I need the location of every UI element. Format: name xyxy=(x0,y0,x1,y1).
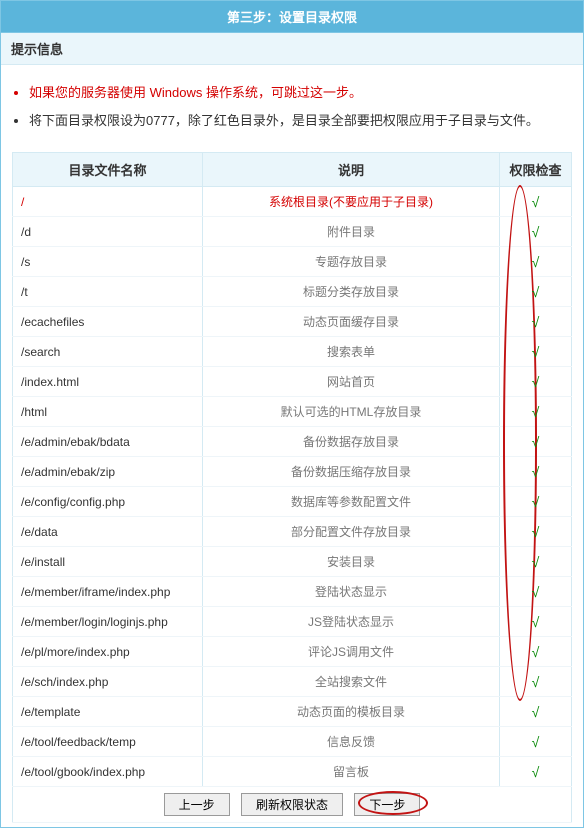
cell-check: √ xyxy=(500,307,572,337)
cell-check: √ xyxy=(500,397,572,427)
table-row: /ecachefiles动态页面缓存目录√ xyxy=(13,307,572,337)
cell-path: /e/tool/feedback/temp xyxy=(13,727,203,757)
cell-path: /e/install xyxy=(13,547,203,577)
cell-desc: 搜索表单 xyxy=(203,337,500,367)
table-row: /html默认可选的HTML存放目录√ xyxy=(13,397,572,427)
cell-path: /e/member/iframe/index.php xyxy=(13,577,203,607)
cell-desc: 留言板 xyxy=(203,757,500,787)
cell-path: /d xyxy=(13,217,203,247)
cell-desc: 评论JS调用文件 xyxy=(203,637,500,667)
cell-desc: 部分配置文件存放目录 xyxy=(203,517,500,547)
table-header-row: 目录文件名称 说明 权限检查 xyxy=(13,153,572,187)
col-desc: 说明 xyxy=(203,153,500,187)
table-row: /e/install安装目录√ xyxy=(13,547,572,577)
cell-check: √ xyxy=(500,337,572,367)
cell-path: /e/tool/gbook/index.php xyxy=(13,757,203,787)
table-row: /search搜索表单√ xyxy=(13,337,572,367)
cell-path: /s xyxy=(13,247,203,277)
table-row: /系统根目录(不要应用于子目录)√ xyxy=(13,187,572,217)
cell-check: √ xyxy=(500,697,572,727)
footer-row: 上一步 刷新权限状态 下一步 xyxy=(13,787,572,823)
cell-check: √ xyxy=(500,637,572,667)
cell-check: √ xyxy=(500,487,572,517)
cell-check: √ xyxy=(500,547,572,577)
next-button[interactable]: 下一步 xyxy=(354,793,420,816)
cell-path: /e/admin/ebak/bdata xyxy=(13,427,203,457)
table-row: /e/tool/feedback/temp信息反馈√ xyxy=(13,727,572,757)
note-windows: 如果您的服务器使用 Windows 操作系统，可跳过这一步。 xyxy=(29,83,563,103)
cell-check: √ xyxy=(500,757,572,787)
cell-path: /search xyxy=(13,337,203,367)
table-row: /e/pl/more/index.php评论JS调用文件√ xyxy=(13,637,572,667)
cell-desc: 系统根目录(不要应用于子目录) xyxy=(203,187,500,217)
refresh-button[interactable]: 刷新权限状态 xyxy=(241,793,343,816)
table-row: /e/member/login/loginjs.phpJS登陆状态显示√ xyxy=(13,607,572,637)
col-path: 目录文件名称 xyxy=(13,153,203,187)
cell-path: /e/config/config.php xyxy=(13,487,203,517)
cell-path: /index.html xyxy=(13,367,203,397)
cell-check: √ xyxy=(500,577,572,607)
permissions-table: 目录文件名称 说明 权限检查 /系统根目录(不要应用于子目录)√/d附件目录√/… xyxy=(12,152,572,823)
cell-check: √ xyxy=(500,247,572,277)
table-row: /e/admin/ebak/zip备份数据压缩存放目录√ xyxy=(13,457,572,487)
cell-check: √ xyxy=(500,187,572,217)
prev-button[interactable]: 上一步 xyxy=(164,793,230,816)
col-check: 权限检查 xyxy=(500,153,572,187)
table-row: /d附件目录√ xyxy=(13,217,572,247)
cell-path: /html xyxy=(13,397,203,427)
table-row: /e/admin/ebak/bdata备份数据存放目录√ xyxy=(13,427,572,457)
cell-path: /ecachefiles xyxy=(13,307,203,337)
table-row: /e/member/iframe/index.php登陆状态显示√ xyxy=(13,577,572,607)
note-permissions: 将下面目录权限设为0777，除了红色目录外，是目录全部要把权限应用于子目录与文件… xyxy=(29,111,563,131)
cell-desc: 安装目录 xyxy=(203,547,500,577)
cell-path: /e/template xyxy=(13,697,203,727)
cell-check: √ xyxy=(500,607,572,637)
notes-list: 如果您的服务器使用 Windows 操作系统，可跳过这一步。 将下面目录权限设为… xyxy=(1,65,583,152)
install-step-panel: 第三步：设置目录权限 提示信息 如果您的服务器使用 Windows 操作系统，可… xyxy=(0,0,584,828)
cell-path: /e/sch/index.php xyxy=(13,667,203,697)
table-row: /e/sch/index.php全站搜索文件√ xyxy=(13,667,572,697)
table-row: /e/template动态页面的模板目录√ xyxy=(13,697,572,727)
table-row: /index.html网站首页√ xyxy=(13,367,572,397)
cell-path: /t xyxy=(13,277,203,307)
cell-check: √ xyxy=(500,517,572,547)
cell-check: √ xyxy=(500,277,572,307)
cell-path: /e/pl/more/index.php xyxy=(13,637,203,667)
cell-desc: 登陆状态显示 xyxy=(203,577,500,607)
cell-desc: 数据库等参数配置文件 xyxy=(203,487,500,517)
cell-check: √ xyxy=(500,427,572,457)
cell-check: √ xyxy=(500,727,572,757)
cell-desc: 备份数据压缩存放目录 xyxy=(203,457,500,487)
cell-check: √ xyxy=(500,217,572,247)
cell-path: /e/data xyxy=(13,517,203,547)
cell-desc: 标题分类存放目录 xyxy=(203,277,500,307)
table-row: /e/config/config.php数据库等参数配置文件√ xyxy=(13,487,572,517)
cell-path: /e/member/login/loginjs.php xyxy=(13,607,203,637)
cell-path: / xyxy=(13,187,203,217)
cell-desc: 网站首页 xyxy=(203,367,500,397)
cell-check: √ xyxy=(500,367,572,397)
cell-desc: 动态页面的模板目录 xyxy=(203,697,500,727)
table-row: /e/data部分配置文件存放目录√ xyxy=(13,517,572,547)
cell-desc: 专题存放目录 xyxy=(203,247,500,277)
table-row: /s专题存放目录√ xyxy=(13,247,572,277)
table-row: /e/tool/gbook/index.php留言板√ xyxy=(13,757,572,787)
cell-check: √ xyxy=(500,667,572,697)
cell-desc: 附件目录 xyxy=(203,217,500,247)
cell-desc: JS登陆状态显示 xyxy=(203,607,500,637)
cell-path: /e/admin/ebak/zip xyxy=(13,457,203,487)
cell-desc: 默认可选的HTML存放目录 xyxy=(203,397,500,427)
cell-desc: 备份数据存放目录 xyxy=(203,427,500,457)
cell-desc: 信息反馈 xyxy=(203,727,500,757)
cell-desc: 动态页面缓存目录 xyxy=(203,307,500,337)
table-row: /t标题分类存放目录√ xyxy=(13,277,572,307)
cell-check: √ xyxy=(500,457,572,487)
hint-title: 提示信息 xyxy=(1,33,583,65)
step-title: 第三步：设置目录权限 xyxy=(1,1,583,33)
cell-desc: 全站搜索文件 xyxy=(203,667,500,697)
